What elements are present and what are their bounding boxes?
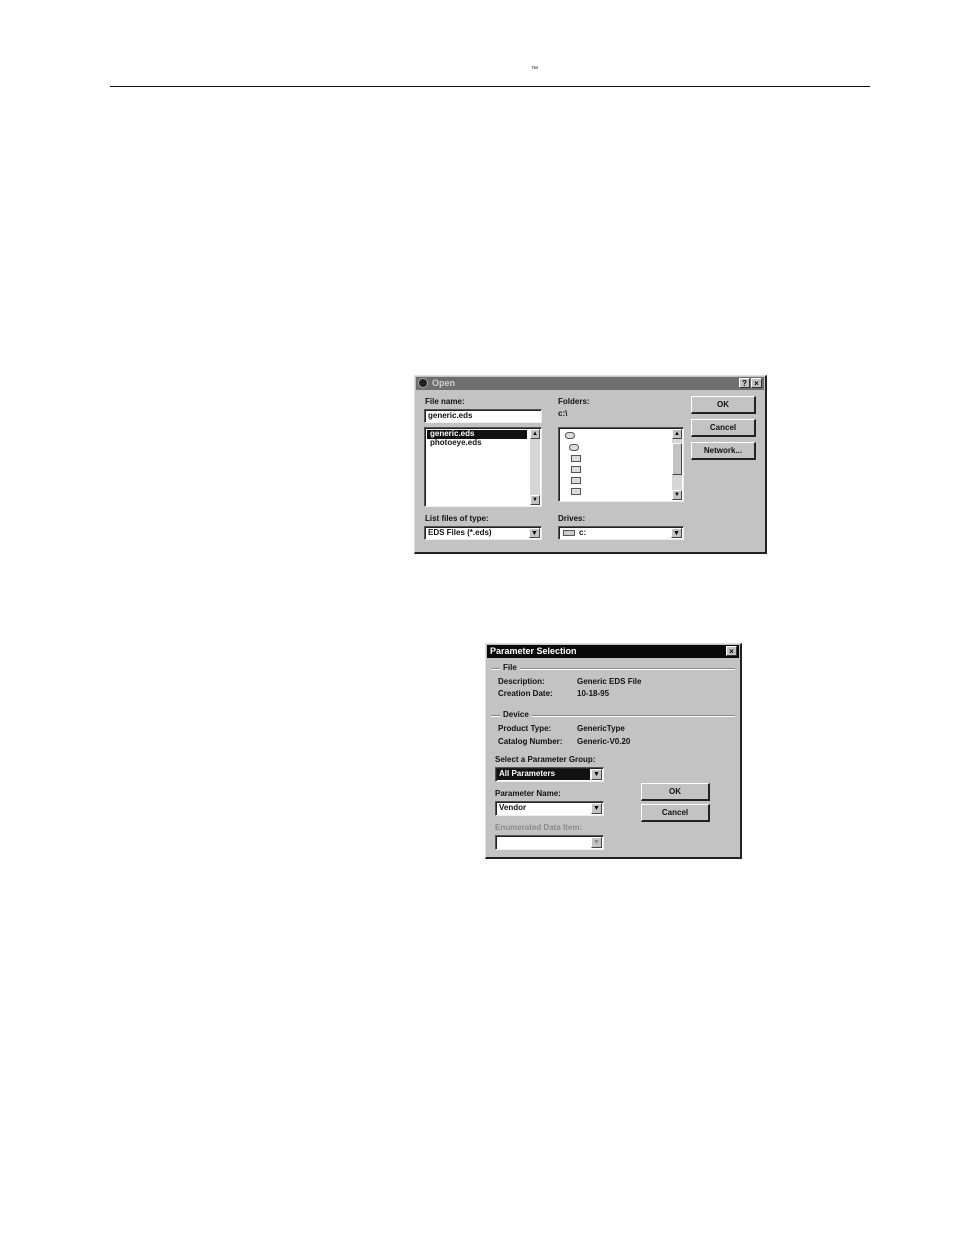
ok-button[interactable]: OK — [641, 783, 710, 801]
parameter-name-value: Vendor — [499, 803, 527, 812]
chevron-down-icon[interactable]: ▼ — [591, 769, 602, 780]
folder-icon[interactable] — [571, 477, 581, 484]
folder-icon[interactable] — [571, 488, 581, 495]
arrow-up-icon[interactable]: ▲ — [530, 429, 540, 439]
chevron-down-icon[interactable]: ▼ — [591, 837, 602, 848]
arrow-down-icon[interactable]: ▼ — [530, 495, 540, 505]
file-group-line — [491, 668, 735, 670]
product-type-label: Product Type: — [498, 724, 552, 733]
trademark-mark: ™ — [531, 66, 538, 73]
creation-date-label: Creation Date: — [498, 689, 553, 698]
file-list-item-label: photoeye.eds — [430, 438, 482, 447]
parameter-group-select[interactable]: All Parameters ▼ — [495, 767, 604, 782]
file-type-select[interactable]: EDS Files (*.eds) ▼ — [424, 526, 542, 540]
file-list-scrollbar[interactable]: ▲ ▼ — [530, 429, 540, 505]
description-label: Description: — [498, 677, 545, 686]
file-type-value: EDS Files (*.eds) — [428, 528, 492, 537]
folder-tree[interactable]: ▲ ▼ — [558, 427, 684, 502]
drive-icon — [563, 530, 575, 536]
network-button[interactable]: Network... — [691, 442, 756, 460]
chevron-down-icon[interactable]: ▼ — [671, 528, 682, 538]
drives-label: Drives: — [558, 514, 586, 523]
file-name-label: File name: — [425, 397, 465, 406]
creation-date-value: 10-18-95 — [577, 689, 610, 698]
parameter-group-label: Select a Parameter Group: — [495, 755, 596, 764]
parameter-name-select[interactable]: Vendor ▼ — [495, 801, 604, 816]
folder-icon[interactable] — [565, 432, 575, 439]
folder-icon[interactable] — [569, 444, 579, 451]
parameter-selection-dialog: Parameter Selection × File Description: … — [485, 643, 742, 859]
help-button[interactable]: ? — [739, 378, 750, 388]
list-type-label: List files of type: — [425, 514, 489, 523]
file-group-title: File — [500, 663, 520, 673]
current-path: c:\ — [558, 409, 568, 418]
cancel-button[interactable]: Cancel — [641, 804, 710, 822]
enumerated-data-label: Enumerated Data Item: — [495, 823, 583, 832]
catalog-number-label: Catalog Number: — [498, 737, 563, 746]
folder-icon[interactable] — [571, 455, 581, 462]
parameter-dialog-title: Parameter Selection — [490, 646, 577, 656]
folder-icon[interactable] — [571, 466, 581, 473]
chevron-down-icon[interactable]: ▼ — [591, 803, 602, 814]
globe-icon — [418, 378, 428, 388]
header-rule — [110, 86, 870, 87]
enumerated-data-select[interactable]: ▼ — [495, 835, 604, 850]
file-list[interactable]: generic.eds photoeye.eds ▲ ▼ — [424, 427, 542, 507]
scroll-thumb[interactable] — [672, 443, 682, 475]
arrow-up-icon[interactable]: ▲ — [672, 429, 682, 439]
file-name-input[interactable]: generic.eds — [424, 409, 542, 423]
parameter-group-value: All Parameters — [499, 769, 556, 778]
product-type-value: GenericType — [577, 724, 625, 733]
description-value: Generic EDS File — [577, 677, 642, 686]
drive-value: c: — [579, 528, 587, 537]
chevron-down-icon[interactable]: ▼ — [529, 528, 540, 538]
file-list-item[interactable]: photoeye.eds — [427, 438, 527, 448]
arrow-down-icon[interactable]: ▼ — [672, 490, 682, 500]
cancel-button[interactable]: Cancel — [691, 419, 756, 437]
open-dialog-titlebar[interactable]: Open ? × — [416, 377, 764, 390]
open-dialog: Open ? × File name: generic.eds generic.… — [414, 375, 767, 554]
device-group-title: Device — [500, 710, 532, 720]
parameter-name-label: Parameter Name: — [495, 789, 561, 798]
close-button[interactable]: × — [726, 646, 737, 656]
folder-tree-scrollbar[interactable]: ▲ ▼ — [672, 429, 682, 500]
ok-button[interactable]: OK — [691, 396, 756, 414]
catalog-number-value: Generic-V0.20 — [577, 737, 631, 746]
file-name-value: generic.eds — [428, 411, 473, 420]
drive-select[interactable]: c: ▼ — [558, 526, 684, 540]
close-button[interactable]: × — [751, 378, 762, 388]
open-dialog-title: Open — [432, 378, 456, 388]
parameter-dialog-titlebar[interactable]: Parameter Selection × — [487, 645, 739, 658]
folders-label: Folders: — [558, 397, 590, 406]
